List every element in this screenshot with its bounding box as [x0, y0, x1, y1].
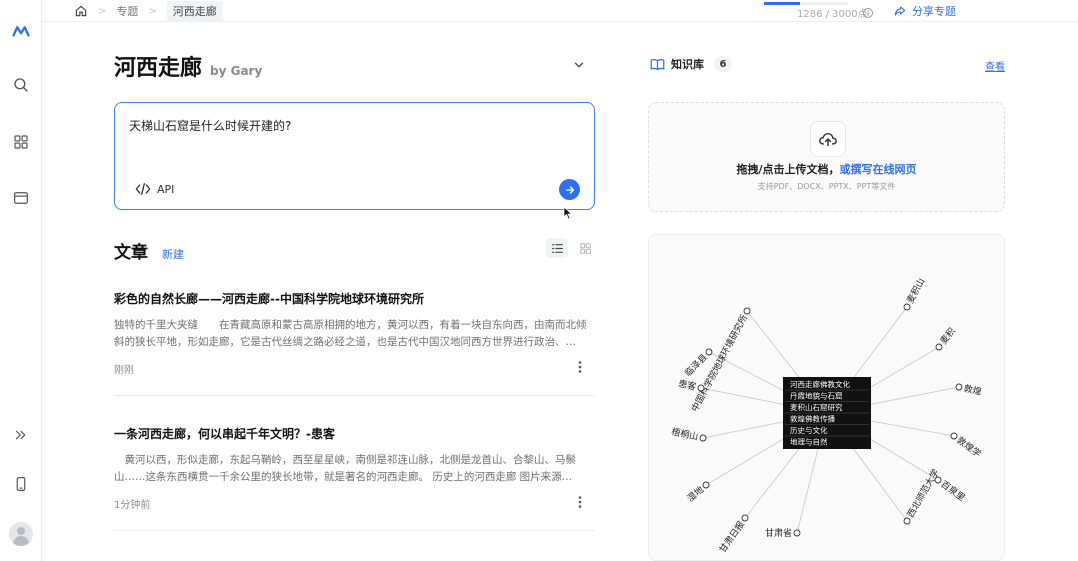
- code-icon: [135, 183, 151, 195]
- graph-node[interactable]: [743, 307, 751, 315]
- graph-node-label[interactable]: 临泽县: [682, 351, 710, 379]
- articles-title: 文章: [114, 243, 148, 263]
- breadcrumb: > 专题 > 河西走廊: [74, 1, 223, 21]
- breadcrumb-topics[interactable]: 专题: [116, 3, 138, 19]
- graph-node-label[interactable]: 梧桐山: [670, 425, 699, 442]
- topic-author: by Gary: [210, 64, 263, 78]
- more-options-icon[interactable]: [575, 494, 585, 508]
- graph-center-item[interactable]: 丹霞地貌与石窟: [790, 391, 843, 401]
- upload-dropzone[interactable]: 拖拽/点击上传文档，或撰写在线网页 支持PDF、DOCX、PPTX、PPT等文件: [648, 102, 1005, 212]
- upload-supported-formats: 支持PDF、DOCX、PPTX、PPT等文件: [757, 182, 896, 191]
- chevron-right-icon: >: [148, 5, 157, 17]
- graph-node-label[interactable]: 敦煌: [963, 382, 983, 397]
- usage-progress-fill: [764, 2, 801, 5]
- more-options-icon[interactable]: [575, 359, 585, 373]
- share-topic-label: 分享专题: [912, 5, 956, 18]
- article-title[interactable]: 一条河西走廊，何以串起千年文明？-患客: [114, 425, 595, 442]
- info-icon[interactable]: [862, 4, 874, 23]
- knowledge-base-title: 知识库: [671, 58, 704, 71]
- knowledge-graph[interactable]: 中国科学院地球环境研究所 临泽县 患客 梧桐山 湿地 甘肃日报 麦积山 麦积 敦煌 敦煌学 百泉里西…: [648, 234, 1005, 561]
- graph-node-label[interactable]: 甘肃省: [765, 527, 792, 539]
- graph-node[interactable]: [699, 434, 707, 442]
- articles-header: 文章 新建: [114, 238, 184, 263]
- topic-header: 河西走廊 by Gary: [114, 50, 594, 82]
- graph-node[interactable]: [705, 348, 713, 356]
- divider: [114, 530, 595, 531]
- question-input-value[interactable]: 天梯山石窟是什么时候开建的?: [129, 117, 291, 134]
- apps-grid-icon[interactable]: [8, 129, 34, 155]
- new-article-button[interactable]: 新建: [162, 246, 184, 262]
- write-online-page-link[interactable]: 或撰写在线网页: [840, 163, 917, 176]
- graph-center-item[interactable]: 历史与文化: [790, 425, 828, 435]
- page-title: 河西走廊: [114, 56, 203, 81]
- share-topic-button[interactable]: 分享专题: [893, 3, 956, 19]
- graph-node-label[interactable]: 敦煌学: [955, 434, 984, 460]
- graph-center-item[interactable]: 地理与自然: [790, 437, 828, 447]
- graph-node[interactable]: [903, 303, 911, 311]
- article-card[interactable]: 一条河西走廊，何以串起千年文明？-患客 黄河以西，形似走廊，东起乌鞘岭，西至星星…: [114, 425, 595, 531]
- mobile-icon[interactable]: [8, 471, 34, 497]
- graph-node-label[interactable]: 西北师范大学: [904, 467, 941, 520]
- send-button[interactable]: [559, 179, 580, 200]
- chevron-right-icon: >: [98, 5, 107, 17]
- graph-node-label[interactable]: 湿地: [685, 484, 707, 505]
- upload-instructions: 拖拽/点击上传文档，或撰写在线网页: [649, 161, 1004, 177]
- graph-node[interactable]: [741, 514, 749, 522]
- graph-node[interactable]: [950, 432, 958, 440]
- share-icon: [894, 6, 906, 16]
- graph-center-item[interactable]: 麦积山石窟研究: [790, 402, 843, 412]
- app-logo[interactable]: [8, 18, 34, 44]
- divider: [114, 395, 595, 396]
- article-timestamp: 1分钟前: [114, 500, 151, 511]
- grid-view-icon[interactable]: [574, 238, 596, 258]
- list-view-icon[interactable]: [546, 238, 568, 258]
- article-excerpt: 黄河以西，形似走廊，东起乌鞘岭，西至星星峡，南侧是祁连山脉，北侧是龙首山、合黎山…: [114, 454, 576, 483]
- home-icon[interactable]: [74, 4, 88, 18]
- knowledge-graph-canvas[interactable]: 中国科学院地球环境研究所临泽县患客梧桐山湿地甘肃日报麦积山麦积敦煌敦煌学百泉里西…: [649, 235, 1005, 561]
- avatar[interactable]: [9, 522, 33, 546]
- article-title[interactable]: 彩色的自然长廊——河西走廊--中国科学院地球环境研究所: [114, 290, 595, 307]
- graph-node[interactable]: [955, 383, 963, 391]
- upload-cloud-icon: [810, 121, 846, 157]
- api-label: API: [157, 182, 175, 196]
- mouse-cursor-icon: [563, 205, 573, 224]
- view-knowledge-base-link[interactable]: 查看: [985, 58, 1005, 73]
- question-input[interactable]: 天梯山石窟是什么时候开建的? API: [114, 102, 595, 210]
- graph-center-item[interactable]: 敦煌佛教传播: [790, 414, 835, 424]
- knowledge-base-header: 知识库 6: [650, 56, 732, 72]
- expand-sidebar-icon[interactable]: [8, 422, 34, 448]
- graph-node[interactable]: [702, 481, 710, 489]
- article-timestamp: 刚刚: [114, 365, 134, 376]
- usage-text: 1286 / 3000点: [797, 9, 868, 20]
- api-button[interactable]: API: [135, 182, 174, 196]
- chevron-down-icon[interactable]: [572, 57, 586, 76]
- article-card[interactable]: 彩色的自然长廊——河西走廊--中国科学院地球环境研究所 独特的千里大夹缝 在青藏…: [114, 290, 595, 396]
- graph-node-label[interactable]: 麦积山: [904, 276, 927, 305]
- graph-node-label[interactable]: 百泉里: [939, 478, 968, 504]
- breadcrumb-current[interactable]: 河西走廊: [166, 1, 223, 21]
- article-excerpt: 独特的千里大夹缝 在青藏高原和蒙古高原相拥的地方，黄河以西，有着一块自东向西，由…: [114, 319, 587, 348]
- graph-node-label[interactable]: 甘肃日报: [717, 519, 747, 555]
- knowledge-base-count: 6: [714, 56, 732, 72]
- upload-main-text: 拖拽/点击上传文档，: [736, 163, 840, 176]
- graph-node[interactable]: [903, 517, 911, 525]
- graph-node[interactable]: [793, 529, 801, 537]
- graph-node[interactable]: [935, 343, 943, 351]
- graph-center-item[interactable]: 河西走廊佛教文化: [790, 379, 850, 389]
- graph-node-label[interactable]: 麦积: [937, 325, 958, 347]
- search-icon[interactable]: [8, 72, 34, 98]
- graph-node[interactable]: [697, 384, 705, 392]
- sidebar: [0, 0, 42, 561]
- arrow-right-icon: [565, 185, 574, 194]
- book-icon: [650, 58, 665, 70]
- card-icon[interactable]: [8, 185, 34, 211]
- graph-node-label[interactable]: 患客: [677, 377, 697, 392]
